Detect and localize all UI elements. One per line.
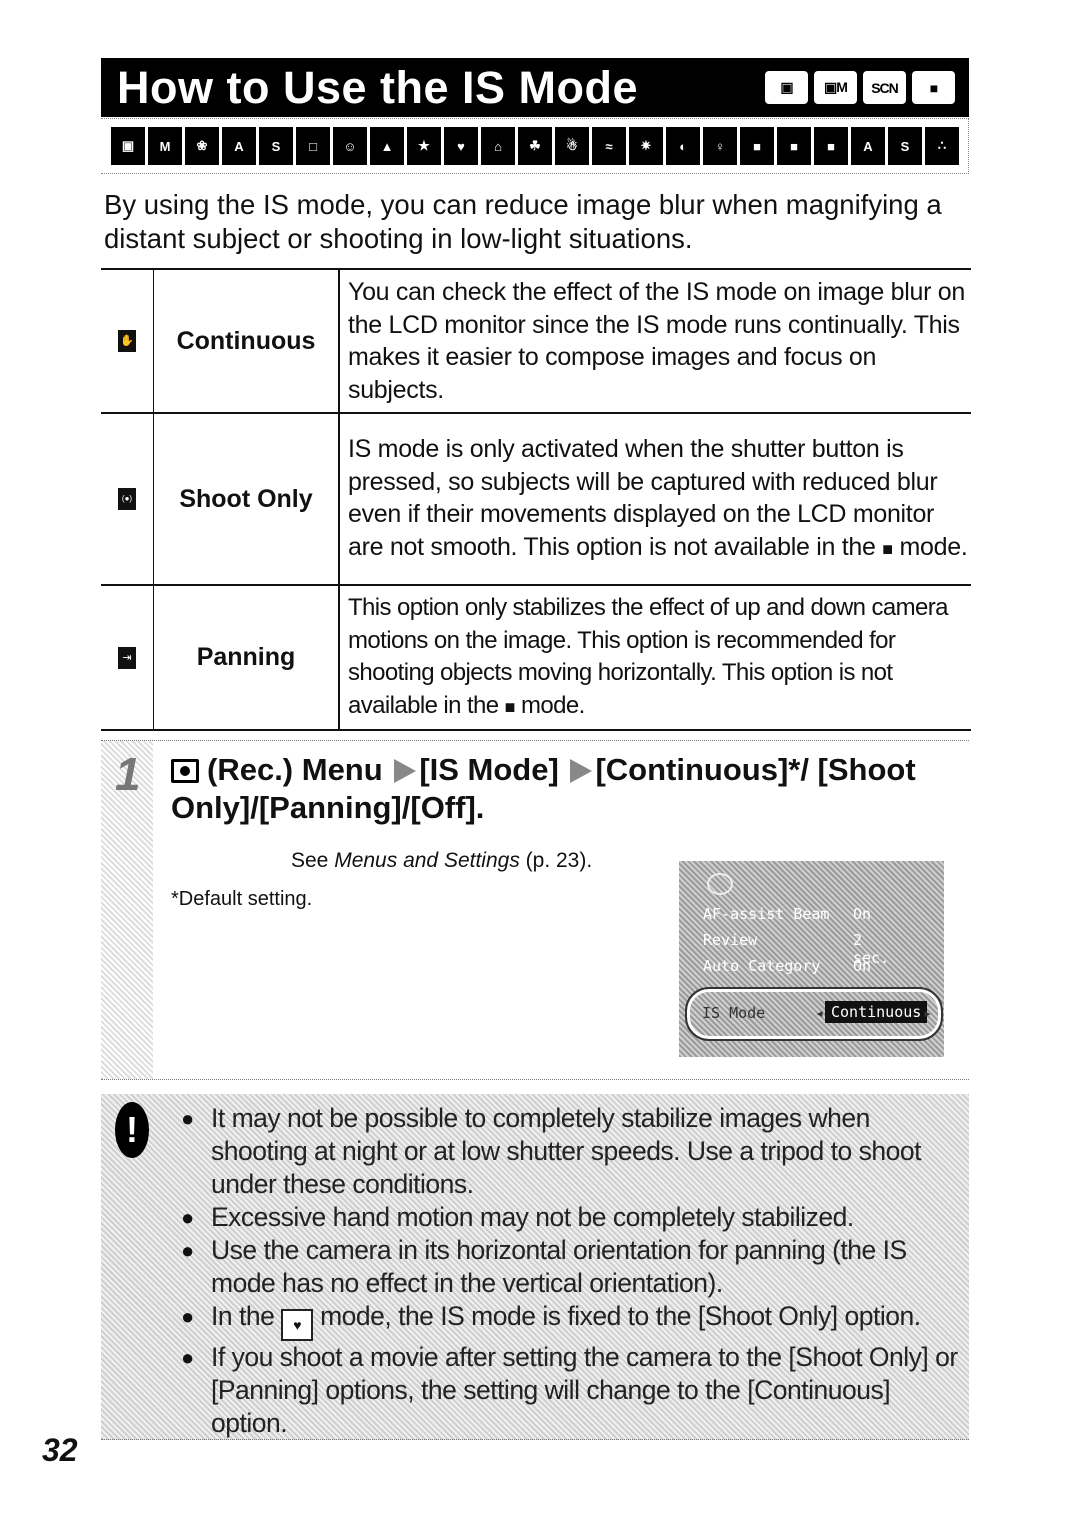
panning-icon: ⇥ xyxy=(118,646,136,669)
table-row: (●) Shoot Only IS mode is only activated… xyxy=(101,413,971,585)
option-description: IS mode is only activated when the shutt… xyxy=(348,435,968,561)
scene-icon: SCN xyxy=(863,71,906,104)
lcd-selected-row: IS Mode ◂ Continuous ▸ xyxy=(685,987,943,1041)
movie-mode-icon: ■ xyxy=(504,696,516,717)
right-arrow-icon: ▸ xyxy=(922,1004,932,1022)
lcd-row: AF-assist Beam On xyxy=(703,905,872,923)
color-accent-icon: A xyxy=(222,127,256,165)
step-number: 1 xyxy=(115,748,141,800)
title-bar: How to Use the IS Mode ▣ ▣M SCN ■ xyxy=(101,58,969,117)
auto-icon: ▣ xyxy=(111,127,145,165)
option-name: Panning xyxy=(153,585,340,730)
movie-compact-icon: ■ xyxy=(814,127,848,165)
indoor-icon: ⌂ xyxy=(481,127,515,165)
kids-pets-icon: ♥ xyxy=(444,127,478,165)
caution-box: ! It may not be possible to completely s… xyxy=(101,1094,969,1440)
foliage-icon: ☘ xyxy=(518,127,552,165)
movie-time-lapse-icon: ∴ xyxy=(925,127,959,165)
list-item: Use the camera in its horizontal orienta… xyxy=(181,1234,961,1300)
movie-icon: ■ xyxy=(912,71,955,104)
page-number: 32 xyxy=(42,1432,78,1468)
rec-menu-icon xyxy=(707,873,733,895)
arrow-right-icon xyxy=(394,759,417,783)
option-description: This option only stabilizes the effect o… xyxy=(348,594,949,719)
lcd-row: Auto Category On xyxy=(703,957,872,975)
stitch-assist-icon: □ xyxy=(296,127,330,165)
snow-icon: ☃ xyxy=(555,127,589,165)
table-row: ⇥ Panning This option only stabilizes th… xyxy=(101,585,971,730)
list-item: Excessive hand motion may not be complet… xyxy=(181,1201,961,1234)
lcd-row: Review 2 sec. xyxy=(703,931,890,967)
intro-paragraph: By using the IS mode, you can reduce ima… xyxy=(104,189,942,254)
night-snapshot-icon: ★ xyxy=(407,127,441,165)
beach-icon: ≈ xyxy=(592,127,626,165)
caution-icon: ! xyxy=(115,1102,149,1158)
step-section: 1 (Rec.) Menu [IS Mode] [Continuous]*/ [… xyxy=(101,740,969,1080)
see-reference: See Menus and Settings (p. 23). xyxy=(291,849,593,872)
movie-color-accent-icon: A xyxy=(851,127,885,165)
menus-settings-link: Menus and Settings xyxy=(334,849,520,872)
step-heading: (Rec.) Menu [IS Mode] [Continuous]*/ [Sh… xyxy=(171,752,916,825)
page-title: How to Use the IS Mode xyxy=(117,61,639,113)
step-rail: 1 xyxy=(101,741,153,1079)
is-mode-options-table: ✋ Continuous You can check the effect of… xyxy=(101,268,971,731)
rec-menu-camera-icon xyxy=(171,759,199,783)
scene-icon-strip: ▣ M ❀ A S □ ☺ ▲ ★ ♥ ⌂ ☘ ☃ ≈ ✷ ◐ ♀ ■ ■ ■ A S ∴ xyxy=(101,118,969,174)
fireworks-icon: ✷ xyxy=(629,127,663,165)
color-swap-icon: S xyxy=(259,127,293,165)
table-row: ✋ Continuous You can check the effect of… xyxy=(101,269,971,413)
selected-value: Continuous xyxy=(825,1001,928,1023)
movie-mode-icon: ■ xyxy=(882,538,893,559)
digital-macro-icon: ❀ xyxy=(185,127,219,165)
left-arrow-icon: ◂ xyxy=(815,1004,825,1022)
option-name: Shoot Only xyxy=(153,413,340,585)
caution-list: It may not be possible to completely sta… xyxy=(181,1102,961,1440)
list-item: It may not be possible to completely sta… xyxy=(181,1102,961,1201)
shoot-only-icon: (●) xyxy=(118,488,136,510)
arrow-right-icon xyxy=(570,759,593,783)
mode-badges: ▣ ▣M SCN ■ xyxy=(765,71,955,104)
camera-manual-icon: ▣M xyxy=(814,71,857,104)
movie-color-swap-icon: S xyxy=(888,127,922,165)
portrait-icon: ☺ xyxy=(333,127,367,165)
continuous-hand-icon: ✋ xyxy=(118,330,136,352)
aquarium-icon: ◐ xyxy=(666,127,700,165)
movie-standard-icon: ■ xyxy=(740,127,774,165)
kids-pets-icon: ♥ xyxy=(281,1309,314,1341)
default-note: *Default setting. xyxy=(171,888,313,910)
option-name: Continuous xyxy=(153,269,340,413)
underwater-icon: ♀ xyxy=(703,127,737,165)
list-item: If you shoot a movie after setting the c… xyxy=(181,1341,961,1440)
lcd-screenshot: AF-assist Beam On Review 2 sec. Auto Categ… xyxy=(679,861,944,1057)
option-description: You can check the effect of the IS mode … xyxy=(348,278,965,404)
manual-icon: M xyxy=(148,127,182,165)
movie-fast-frame-icon: ■ xyxy=(777,127,811,165)
landscape-icon: ▲ xyxy=(370,127,404,165)
list-item: In the ♥ mode, the IS mode is fixed to t… xyxy=(181,1300,961,1341)
camera-auto-icon: ▣ xyxy=(765,71,808,104)
